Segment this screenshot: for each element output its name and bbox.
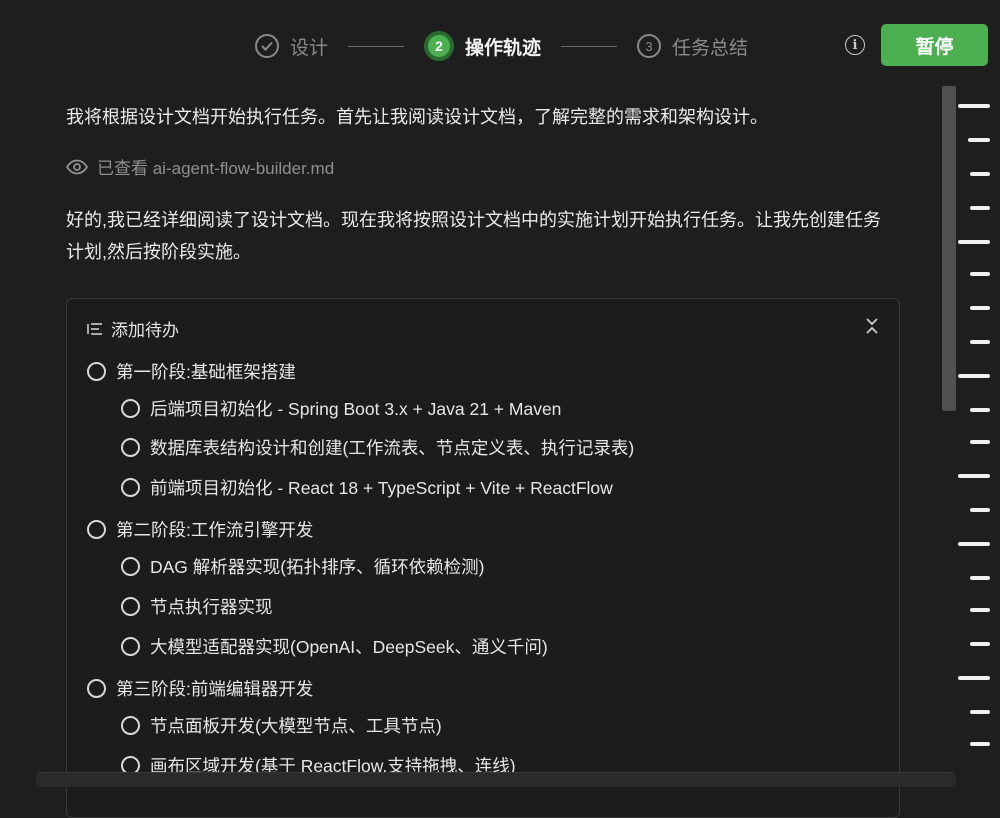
input-panel-edge (36, 772, 956, 787)
minimap-mark (970, 272, 990, 276)
minimap-mark (970, 206, 990, 210)
todo-item-label: 前端项目初始化 - React 18 + TypeScript + Vite +… (150, 478, 613, 498)
todo-item-label: 第二阶段:工作流引擎开发 (116, 520, 314, 540)
todo-item-label: 节点面板开发(大模型节点、工具节点) (150, 716, 442, 736)
step-connector (561, 45, 618, 47)
step-summary[interactable]: 3 任务总结 (637, 33, 748, 60)
todo-item[interactable]: 节点执行器实现 (121, 594, 273, 619)
todo-checkbox[interactable] (87, 520, 106, 539)
todo-item-label: 后端项目初始化 - Spring Boot 3.x + Java 21 + Ma… (150, 399, 562, 419)
step-trajectory[interactable]: 2 操作轨迹 (424, 31, 541, 61)
viewed-file-label: 已查看 ai-agent-flow-builder.md (97, 159, 335, 178)
minimap-mark (970, 508, 990, 512)
todo-item-label: DAG 解析器实现(拓扑排序、循环依赖检测) (150, 557, 485, 577)
minimap-mark (958, 542, 990, 546)
info-icon[interactable]: i (845, 35, 865, 55)
step-label: 设计 (290, 37, 329, 59)
minimap-mark (958, 474, 990, 478)
minimap-mark (970, 340, 990, 344)
scroll-minimap[interactable] (956, 90, 1000, 782)
todo-title: 添加待办 (111, 321, 179, 340)
todo-item-phase-1[interactable]: 第一阶段:基础框架搭建 (87, 359, 296, 384)
assistant-message-intro: 我将根据设计文档开始执行任务。首先让我阅读设计文档，了解完整的需求和架构设计。 (66, 107, 768, 127)
minimap-mark (970, 440, 990, 444)
todo-checkbox[interactable] (121, 438, 140, 457)
minimap-mark (970, 172, 990, 176)
minimap-mark (958, 104, 990, 108)
todo-card: 添加待办 第一阶段:基础框架搭建 后端项目初始化 - Spring Boot 3… (66, 298, 900, 818)
todo-item[interactable]: 前端项目初始化 - React 18 + TypeScript + Vite +… (121, 475, 613, 500)
list-icon (87, 322, 102, 335)
minimap-mark (970, 608, 990, 612)
step-number: 3 (637, 34, 662, 58)
todo-checkbox[interactable] (121, 597, 140, 616)
progress-steps: 设计 2 操作轨迹 3 任务总结 (255, 28, 748, 64)
minimap-mark (958, 240, 990, 244)
check-icon (255, 34, 279, 58)
todo-item-phase-2[interactable]: 第二阶段:工作流引擎开发 (87, 517, 313, 542)
collapse-icon[interactable] (865, 317, 879, 335)
todo-item[interactable]: 大模型适配器实现(OpenAI、DeepSeek、通义千问) (121, 634, 548, 659)
todo-item-label: 第三阶段:前端编辑器开发 (116, 679, 314, 699)
todo-checkbox[interactable] (121, 557, 140, 576)
todo-checkbox[interactable] (121, 716, 140, 735)
minimap-mark (968, 138, 990, 142)
viewed-file-row[interactable]: 已查看 ai-agent-flow-builder.md (66, 154, 334, 179)
step-design[interactable]: 设计 (255, 33, 328, 60)
step-label: 任务总结 (672, 37, 749, 59)
minimap-mark (970, 642, 990, 646)
step-connector (348, 45, 405, 47)
step-label: 操作轨迹 (465, 37, 542, 59)
todo-header[interactable]: 添加待办 (87, 316, 179, 341)
todo-checkbox[interactable] (121, 637, 140, 656)
todo-item[interactable]: 后端项目初始化 - Spring Boot 3.x + Java 21 + Ma… (121, 396, 561, 421)
todo-checkbox[interactable] (121, 399, 140, 418)
minimap-mark (970, 576, 990, 580)
todo-checkbox[interactable] (121, 478, 140, 497)
todo-item[interactable]: 节点面板开发(大模型节点、工具节点) (121, 713, 442, 738)
assistant-message-followup: 好的,我已经详细阅读了设计文档。现在我将按照设计文档中的实施计划开始执行任务。让… (66, 210, 881, 262)
todo-item-label: 数据库表结构设计和创建(工作流表、节点定义表、执行记录表) (150, 438, 635, 458)
todo-checkbox[interactable] (87, 362, 106, 381)
todo-item-label: 第一阶段:基础框架搭建 (116, 362, 296, 382)
scrollbar-thumb[interactable] (942, 86, 956, 411)
step-number: 2 (424, 31, 455, 61)
minimap-mark (958, 676, 990, 680)
minimap-mark (970, 408, 990, 412)
minimap-mark (970, 306, 990, 310)
todo-item[interactable]: DAG 解析器实现(拓扑排序、循环依赖检测) (121, 554, 484, 579)
minimap-mark (970, 742, 990, 746)
todo-item-label: 节点执行器实现 (150, 597, 273, 617)
todo-item-phase-3[interactable]: 第三阶段:前端编辑器开发 (87, 676, 313, 701)
todo-item-label: 大模型适配器实现(OpenAI、DeepSeek、通义千问) (150, 637, 548, 657)
todo-checkbox[interactable] (87, 679, 106, 698)
todo-item[interactable]: 数据库表结构设计和创建(工作流表、节点定义表、执行记录表) (121, 435, 634, 460)
minimap-mark (970, 710, 990, 714)
header: 设计 2 操作轨迹 3 任务总结 i 暂停 (0, 0, 1000, 92)
minimap-mark (958, 374, 990, 378)
eye-icon (66, 159, 88, 174)
pause-button[interactable]: 暂停 (881, 24, 988, 66)
